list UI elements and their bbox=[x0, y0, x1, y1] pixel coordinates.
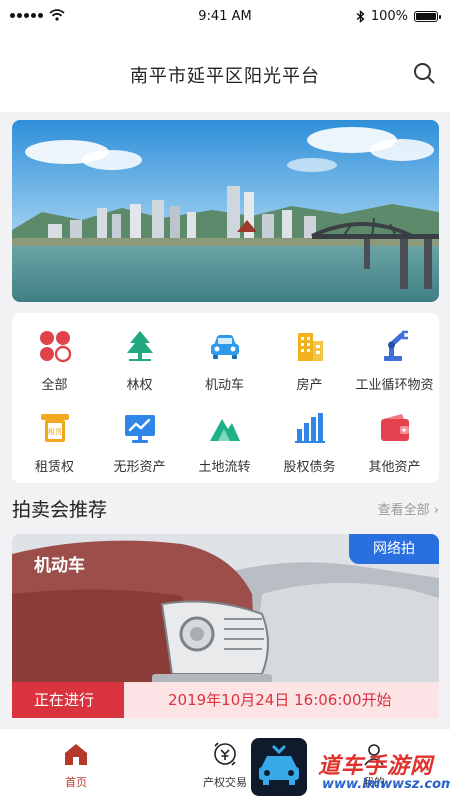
auction-category: 机动车 bbox=[34, 556, 85, 576]
building-icon bbox=[297, 333, 323, 361]
category-label: 机动车 bbox=[204, 378, 244, 393]
clover-icon bbox=[39, 331, 71, 363]
auction-start-time: 2019年10月24日 16:06:00开始 bbox=[124, 682, 439, 718]
tab-home[interactable]: 首页 bbox=[40, 741, 112, 790]
category-land[interactable]: 土地流转 bbox=[182, 401, 267, 477]
battery-icon bbox=[414, 11, 441, 22]
category-equity[interactable]: 股权债务 bbox=[267, 401, 352, 477]
category-other[interactable]: 其他资产 bbox=[352, 401, 437, 477]
city-banner[interactable] bbox=[12, 120, 439, 302]
status-bar: 9:41 AM 100% bbox=[0, 0, 450, 34]
category-label: 其他资产 bbox=[368, 460, 421, 475]
auction-card[interactable]: 机动车 网络拍 正在进行 2019年10月24日 16:06:00开始 bbox=[12, 534, 439, 718]
tab-home-label: 首页 bbox=[65, 776, 87, 789]
lease-scroll-icon: 租赁 bbox=[40, 414, 69, 442]
category-label: 林权 bbox=[126, 378, 153, 393]
section-title: 拍卖会推荐 bbox=[12, 499, 108, 521]
category-label: 房产 bbox=[296, 378, 323, 393]
online-auction-tag: 网络拍 bbox=[349, 534, 439, 564]
bar-chart-icon bbox=[294, 413, 325, 443]
app-header: 南平市延平区阳光平台 bbox=[0, 34, 450, 112]
category-forest[interactable]: 林权 bbox=[97, 319, 182, 395]
wallet-icon bbox=[380, 414, 409, 441]
view-all-link[interactable]: 查看全部 › bbox=[378, 499, 439, 518]
bluetooth-icon bbox=[356, 10, 365, 23]
search-icon[interactable] bbox=[412, 61, 436, 85]
category-lease[interactable]: 租赁 租赁权 bbox=[12, 401, 97, 477]
home-icon bbox=[65, 744, 87, 765]
category-industrial[interactable]: 工业循环物资 bbox=[352, 319, 437, 395]
category-intangible[interactable]: 无形资产 bbox=[97, 401, 182, 477]
city-skyline-image bbox=[12, 120, 439, 302]
auction-status-badge: 正在进行 bbox=[12, 682, 124, 718]
page-title: 南平市延平区阳光平台 bbox=[130, 66, 320, 87]
auction-section-header: 拍卖会推荐 查看全部 › bbox=[12, 490, 439, 524]
app-badge-icon bbox=[251, 738, 307, 796]
lease-icon-text: 租赁 bbox=[48, 427, 62, 436]
watermark-main-text: 道车手游网 bbox=[318, 754, 434, 779]
category-property[interactable]: 房产 bbox=[267, 319, 352, 395]
robot-arm-icon bbox=[383, 330, 408, 361]
battery-percent: 100% bbox=[370, 9, 408, 24]
mountain-icon bbox=[209, 419, 240, 441]
category-vehicle[interactable]: 机动车 bbox=[182, 319, 267, 395]
car-icon bbox=[210, 335, 239, 359]
status-right: 100% bbox=[356, 9, 441, 24]
category-label: 全部 bbox=[41, 378, 68, 393]
exchange-icon bbox=[214, 742, 236, 766]
category-label: 土地流转 bbox=[198, 460, 251, 475]
tree-icon bbox=[126, 331, 153, 361]
category-label: 股权债务 bbox=[283, 460, 336, 475]
car-badge-icon bbox=[259, 744, 299, 785]
category-label: 无形资产 bbox=[113, 460, 166, 475]
monitor-chart-icon bbox=[124, 415, 155, 443]
watermark-logo: 道车手游网 www.lmwwsz.com bbox=[318, 748, 450, 800]
category-label: 工业循环物资 bbox=[355, 378, 434, 393]
category-all[interactable]: 全部 bbox=[12, 319, 97, 395]
category-label: 租赁权 bbox=[34, 460, 74, 475]
category-grid: 全部 林权 机动车 房产 工业循环物资 租赁 租赁权 无形资产 土地流转 股权债… bbox=[12, 313, 439, 483]
watermark-url: www.lmwwsz.com bbox=[322, 777, 450, 792]
